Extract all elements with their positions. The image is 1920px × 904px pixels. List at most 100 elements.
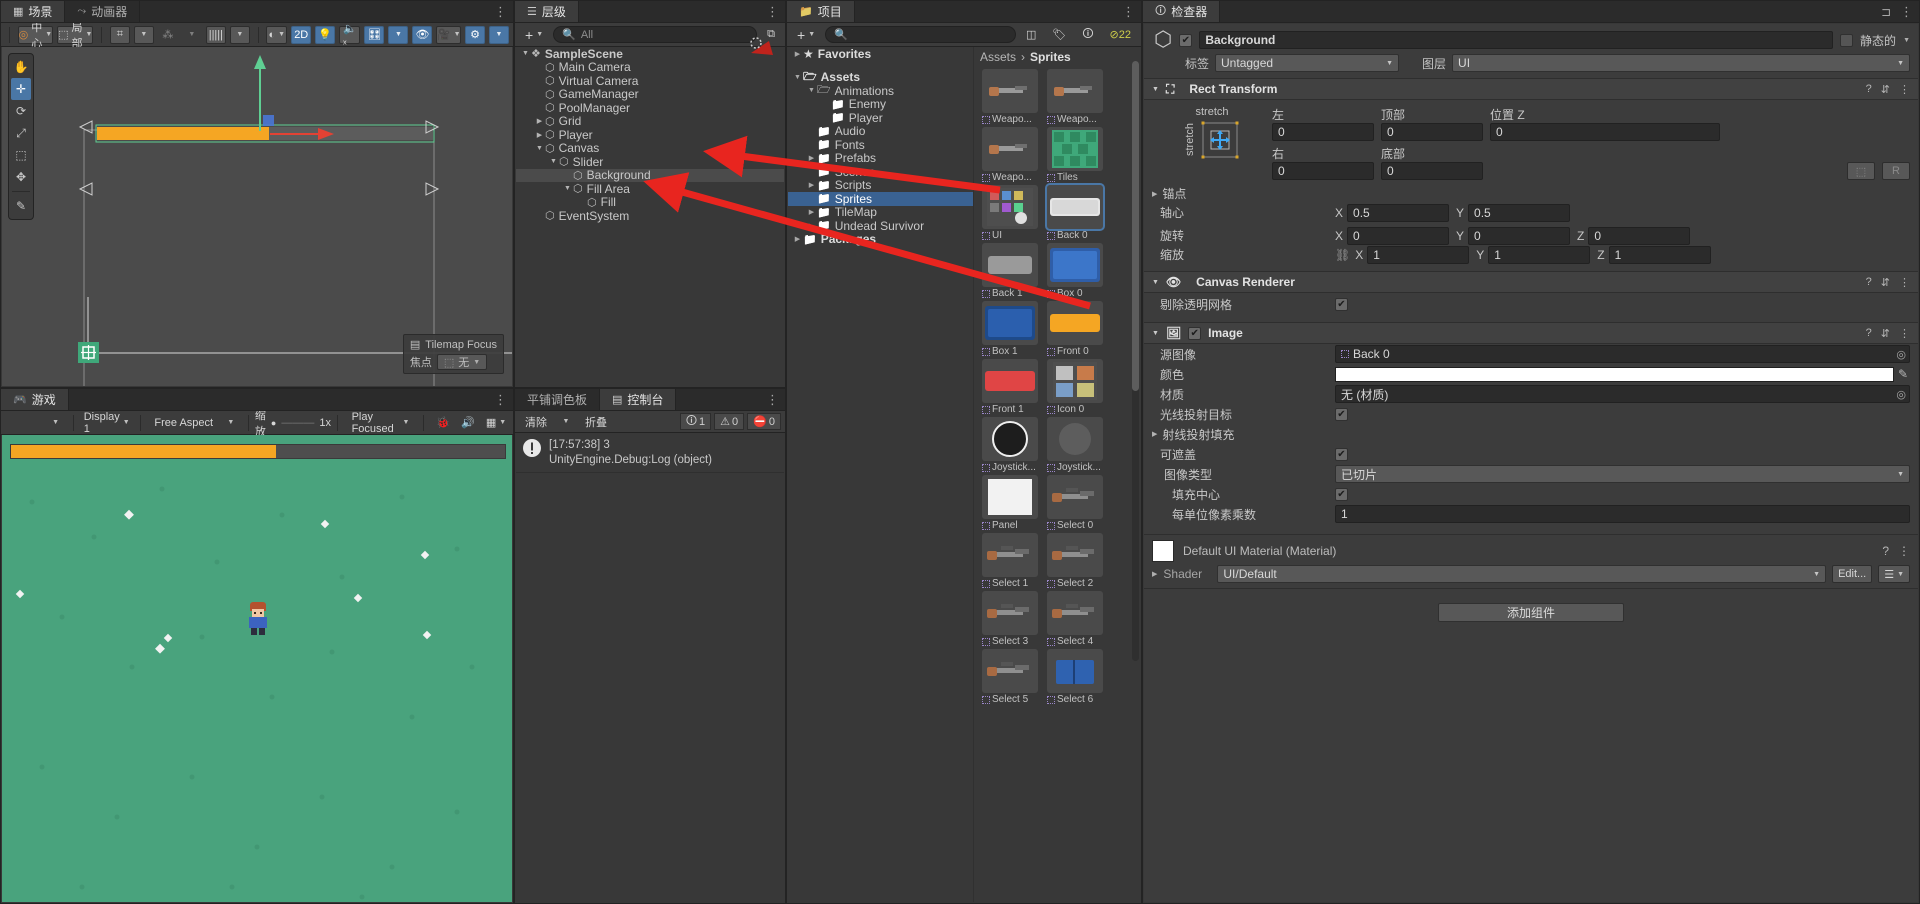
asset-cell[interactable]: Front 1 [982, 359, 1038, 415]
tag-dropdown[interactable]: Untagged ▼ [1215, 54, 1400, 72]
display-dropdown[interactable]: Display 1 ▼ [82, 411, 132, 435]
chevron-right-icon[interactable]: ▶ [792, 235, 803, 243]
hierarchy-item-virtual-camera[interactable]: ⬡ Virtual Camera [516, 74, 784, 88]
static-dropdown-icon[interactable]: ▼ [1903, 37, 1910, 44]
hierarchy-item-grid[interactable]: ▶ ⬡ Grid [516, 114, 784, 128]
chevron-down-icon[interactable]: ▼ [806, 87, 817, 94]
help-icon[interactable]: ? [1866, 276, 1872, 288]
asset-cell[interactable]: Weapo... [1047, 69, 1103, 125]
hierarchy-item-fill-area[interactable]: ▼ ⬡ Fill Area [516, 182, 784, 196]
tab-game[interactable]: 🎮 游戏 [1, 389, 69, 410]
project-folder-sprites[interactable]: 📁 Sprites [788, 192, 973, 206]
right-field[interactable]: 0 [1272, 162, 1374, 180]
ppu-multiplier-field[interactable]: 1 [1335, 505, 1910, 523]
transform-tool-icon[interactable]: ✥ [9, 166, 33, 188]
tab-scene[interactable]: ▦ 场景 [1, 1, 66, 22]
pivot-x-field[interactable]: 0.5 [1347, 203, 1450, 222]
hierarchy-item-main-camera[interactable]: ⬡ Main Camera [516, 60, 784, 74]
console-panel-menu-icon[interactable]: ⋮ [766, 392, 779, 408]
stats-icon[interactable]: 🐞 [432, 414, 453, 432]
hierarchy-panel-menu-icon[interactable]: ⋮ [766, 4, 779, 20]
console-log-list[interactable]: [17:57:38] 3 UnityEngine.Debug:Log (obje… [516, 434, 784, 902]
component-menu-icon[interactable]: ⋮ [1898, 544, 1910, 558]
raycast-target-checkbox[interactable]: ✔ [1335, 407, 1348, 421]
project-folder-prefabs[interactable]: ▶ 📁 Prefabs [788, 151, 973, 165]
shader-dropdown[interactable]: UI/Default ▼ [1217, 565, 1827, 583]
effects-button[interactable]: 🎛 [364, 25, 385, 44]
help-icon[interactable]: ? [1882, 544, 1889, 558]
project-folder-scripts[interactable]: ▶ 📁 Scripts [788, 178, 973, 192]
console-error-count[interactable]: ⛔ 0 [747, 413, 781, 430]
fill-center-checkbox[interactable]: ✔ [1335, 487, 1348, 501]
project-help-icon[interactable]: 🛈 [1076, 26, 1099, 44]
asset-cell[interactable]: Box 0 [1047, 243, 1103, 299]
ruler-button[interactable]: ||||| [205, 25, 226, 44]
hierarchy-item-eventsystem[interactable]: ⬡ EventSystem [516, 209, 784, 223]
canvas-renderer-header[interactable]: ▼ 👁 Canvas Renderer ? ⇵ ⋮ [1144, 271, 1918, 293]
handle-space-button[interactable]: ⬚ 局部 ▼ [57, 22, 94, 50]
layer-dropdown[interactable]: UI ▼ [1452, 54, 1910, 72]
gizmos-button[interactable]: ⚙ [465, 25, 485, 44]
asset-cell[interactable]: Front 0 [1047, 301, 1103, 357]
chevron-right-icon[interactable]: ▶ [534, 117, 545, 125]
hierarchy-item-background[interactable]: ⬡ Background [516, 168, 784, 182]
project-filter-label-icon[interactable]: 🏷 [1046, 26, 1072, 44]
scale-slider[interactable]: 缩放 ● ——— 1x [255, 410, 331, 438]
asset-cell[interactable]: Select 6 [1047, 649, 1103, 705]
console-clear-button[interactable]: 清除 [519, 413, 553, 431]
pivot-y-field[interactable]: 0.5 [1468, 203, 1571, 222]
tab-animator[interactable]: ⤳ 动画器 [65, 1, 141, 22]
project-folder-packages[interactable]: ▶ 📁 Packages [788, 232, 973, 246]
chevron-right-icon[interactable]: ▶ [534, 131, 545, 139]
project-folder-favorites[interactable]: ▶ ★ Favorites [788, 47, 973, 61]
object-picker-icon[interactable]: ◎ [1896, 348, 1906, 361]
asset-cell[interactable]: Weapo... [982, 127, 1038, 183]
hierarchy-item-poolmanager[interactable]: ⬡ PoolManager [516, 101, 784, 115]
project-search-input[interactable]: 🔍 [825, 26, 1016, 43]
image-component-header[interactable]: ▼ 🖼 ✔ Image ? ⇵ ⋮ [1144, 322, 1918, 344]
inspector-panel-menu-icon[interactable]: ⋮ [1900, 4, 1913, 20]
anchors-foldout[interactable]: ▶ 锚点 [1144, 184, 1918, 203]
add-component-button[interactable]: 添加组件 [1438, 603, 1624, 622]
rect-transform-header[interactable]: ▼ ⛶ Rect Transform ? ⇵ ⋮ [1144, 78, 1918, 100]
anchor-preset-icon[interactable] [1200, 120, 1240, 160]
top-field[interactable]: 0 [1381, 123, 1483, 141]
project-folder-assets[interactable]: ▼ 🗁 Assets [788, 70, 973, 84]
ruler-dropdown[interactable]: ▼ [229, 25, 250, 44]
audio-mute-button[interactable]: 🔈ₓ [339, 23, 361, 47]
asset-cell[interactable]: Back 0 [1045, 183, 1105, 241]
console-warning-count[interactable]: ⚠ 0 [714, 413, 745, 430]
hierarchy-item-slider[interactable]: ▼ ⬡ Slider [516, 155, 784, 169]
snap-increment-dropdown[interactable]: ▼ [182, 26, 202, 44]
chevron-down-icon[interactable]: ▼ [1152, 279, 1159, 286]
game-panel-menu-icon[interactable]: ⋮ [494, 392, 507, 408]
console-clear-dropdown[interactable]: ▼ [556, 413, 576, 431]
rot-y-field[interactable]: 0 [1468, 226, 1571, 245]
shader-options-button[interactable]: ☰ ▼ [1878, 565, 1910, 583]
console-log-entry[interactable]: [17:57:38] 3 UnityEngine.Debug:Log (obje… [516, 434, 784, 473]
hidden-objects-button[interactable]: 👁 [412, 25, 433, 44]
bottom-field[interactable]: 0 [1381, 162, 1483, 180]
shader-edit-button[interactable]: Edit... [1832, 565, 1873, 583]
asset-cell[interactable]: Select 2 [1047, 533, 1103, 589]
lighting-toggle-button[interactable]: 💡 [315, 25, 336, 44]
tilemap-focus-dropdown[interactable]: ⬚ 无 ▼ [436, 354, 488, 370]
chevron-down-icon[interactable]: ▼ [1152, 330, 1159, 337]
project-packages-icon[interactable]: ⊘22 [1104, 26, 1137, 44]
rotate-tool-icon[interactable]: ⟳ [9, 100, 33, 122]
mute-audio-icon[interactable]: 🔊 [458, 414, 479, 432]
hierarchy-item-fill[interactable]: ⬡ Fill [516, 195, 784, 209]
hierarchy-item-canvas[interactable]: ▼ ⬡ Canvas [516, 141, 784, 155]
scale-z-field[interactable]: 1 [1608, 245, 1711, 264]
hierarchy-tree[interactable]: ▼ ❖ SampleScene ⬡ Main Camera ⬡ Virtual Camera… [516, 47, 784, 386]
move-tool-icon[interactable]: ✛ [11, 78, 31, 100]
asset-cell[interactable]: Select 3 [982, 591, 1038, 647]
project-folder-tree[interactable]: ▶ ★ Favorites ▼ 🗁 Assets ▼ 🗁 Animations 📁 Enemy 📁 Pl… [788, 47, 974, 902]
asset-cell[interactable]: Joystick... [982, 417, 1038, 473]
project-folder-player[interactable]: 📁 Player [788, 111, 973, 125]
hand-tool-icon[interactable]: ✋ [9, 56, 33, 78]
scale-tool-icon[interactable]: ⤢ [9, 122, 33, 144]
rect-tool-icon[interactable]: ⬚ [9, 144, 33, 166]
chevron-down-icon[interactable]: ▼ [548, 158, 559, 165]
grid-snap-button[interactable]: ⌗ [109, 25, 130, 44]
